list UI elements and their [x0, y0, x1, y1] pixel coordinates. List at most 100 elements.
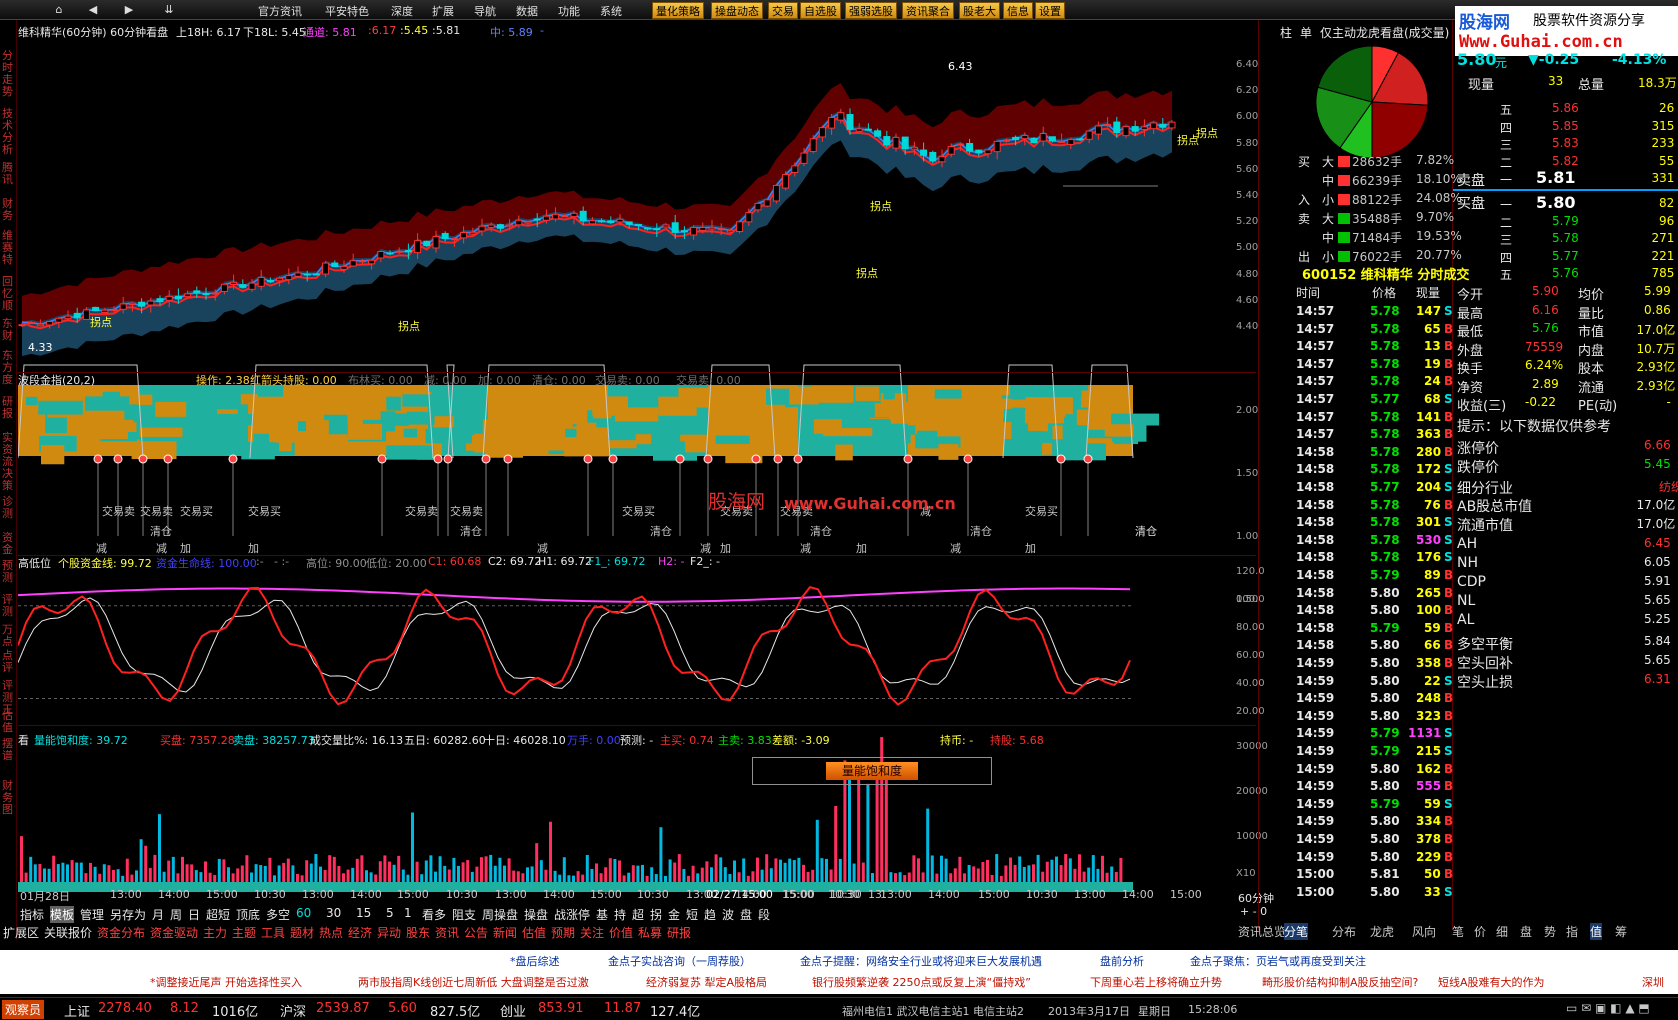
- indicator-tab[interactable]: 日: [188, 906, 200, 923]
- left-tab[interactable]: 万点: [2, 624, 15, 648]
- right-tab[interactable]: 细: [1496, 923, 1508, 940]
- ticker-item[interactable]: 畸形股价结构抑制A股反抽空间?: [1262, 974, 1418, 990]
- left-tab[interactable]: 诊测: [2, 496, 15, 520]
- menu-item[interactable]: 导航: [474, 3, 496, 19]
- home-icon[interactable]: ⌂: [48, 2, 70, 18]
- indicator-tab[interactable]: 操盘: [524, 906, 548, 923]
- zoom-controls[interactable]: + - 0: [1240, 905, 1267, 918]
- extension-tab[interactable]: 经济: [348, 924, 372, 941]
- extension-tab[interactable]: 异动: [377, 924, 401, 941]
- ticker-item[interactable]: 短线A股难有大的作为: [1438, 974, 1545, 990]
- right-tab[interactable]: 分布: [1332, 923, 1356, 940]
- extension-tab[interactable]: 热点: [319, 924, 343, 941]
- indicator-tab[interactable]: 模板: [50, 906, 75, 923]
- trade-button[interactable]: 交易: [768, 2, 798, 19]
- forward-icon[interactable]: ▶: [118, 2, 140, 18]
- indicator-tab[interactable]: 指标: [20, 906, 44, 923]
- menu-item[interactable]: 数据: [516, 3, 538, 19]
- menu-item[interactable]: 功能: [558, 3, 580, 19]
- right-tab[interactable]: 盘: [1520, 923, 1532, 940]
- watchlist-button[interactable]: 自选股: [800, 2, 841, 19]
- right-tab[interactable]: 风向: [1412, 923, 1436, 940]
- right-tab[interactable]: 资讯总览: [1238, 923, 1286, 940]
- extension-tab[interactable]: 资金驱动: [150, 924, 198, 941]
- right-tab[interactable]: 笔: [1452, 923, 1464, 940]
- left-tab[interactable]: 估值: [2, 710, 15, 734]
- indicator-tab[interactable]: 金: [668, 906, 680, 923]
- top-tab[interactable]: 单: [1300, 24, 1312, 41]
- ticker-item[interactable]: 银行股频繁逆袭 2250点或反复上演“僵持戏”: [812, 974, 1031, 990]
- extension-tab[interactable]: 研报: [667, 924, 691, 941]
- indicator-tab[interactable]: 趋: [704, 906, 716, 923]
- extension-tab[interactable]: 主题: [232, 924, 256, 941]
- ticker-item[interactable]: 深圳: [1642, 974, 1664, 990]
- ticker-item[interactable]: *调整接近尾声 开始选择性买入: [150, 974, 302, 990]
- extension-tab[interactable]: 新闻: [493, 924, 517, 941]
- extension-tab[interactable]: 估值: [522, 924, 546, 941]
- indicator-tab[interactable]: 周操盘: [482, 906, 518, 923]
- gulaoda-button[interactable]: 股老大: [959, 2, 1000, 19]
- extension-tab[interactable]: 价值: [609, 924, 633, 941]
- top-tab[interactable]: 仅主动: [1320, 24, 1356, 41]
- extension-tab[interactable]: 关注: [580, 924, 604, 941]
- info-button[interactable]: 信息: [1003, 2, 1033, 19]
- indicator-tab[interactable]: 顶底: [236, 906, 260, 923]
- news-ticker[interactable]: *盘后综述 金点子实战咨询（一周荐股） 金点子提醒：网络安全行业或将迎来巨大发展机遇…: [0, 950, 1678, 994]
- indicator-tab[interactable]: 基: [596, 906, 608, 923]
- indicator-tab[interactable]: 拐: [650, 906, 662, 923]
- menu-item[interactable]: 平安特色: [325, 3, 369, 19]
- right-tab[interactable]: 势: [1544, 923, 1556, 940]
- extension-tab[interactable]: 股东: [406, 924, 430, 941]
- indicator-tab[interactable]: 短: [686, 906, 698, 923]
- indicator-tab[interactable]: 持: [614, 906, 626, 923]
- left-tab[interactable]: 研报: [2, 396, 15, 420]
- back-icon[interactable]: ◀: [82, 2, 104, 18]
- indicator-tab[interactable]: 段: [758, 906, 770, 923]
- left-tab[interactable]: 维赛特: [2, 230, 15, 266]
- indicator-tab[interactable]: 多空: [266, 906, 290, 923]
- left-tab[interactable]: 腾讯: [2, 162, 15, 186]
- indicator-tab[interactable]: 30: [326, 906, 341, 920]
- ticker-item[interactable]: 两市股指周K线创近七周新低 大盘调整是否过激: [358, 974, 589, 990]
- extension-tab[interactable]: 资金分布: [97, 924, 145, 941]
- indicator-tab[interactable]: 阻支: [452, 906, 476, 923]
- settings-button[interactable]: 设置: [1035, 2, 1065, 19]
- indicator-tab[interactable]: 60: [296, 906, 311, 920]
- ticker-item[interactable]: 经济弱复苏 犁定A股格局: [646, 974, 767, 990]
- left-tab[interactable]: 财务图: [2, 780, 15, 816]
- indicator-tab[interactable]: 管理: [80, 906, 104, 923]
- extension-tab[interactable]: 私募: [638, 924, 662, 941]
- left-tab[interactable]: 决策: [2, 468, 15, 492]
- left-tab[interactable]: 东方度: [2, 350, 15, 386]
- extension-tab[interactable]: 关联报价: [44, 924, 92, 941]
- menu-item[interactable]: 系统: [600, 3, 622, 19]
- indicator-tab[interactable]: 看多: [422, 906, 446, 923]
- right-tab[interactable]: 指: [1566, 923, 1578, 940]
- indicator-tab[interactable]: 盘: [740, 906, 752, 923]
- indicator-tab[interactable]: 战涨停: [554, 906, 590, 923]
- left-tab[interactable]: 点评: [2, 650, 15, 674]
- left-tab[interactable]: 财务: [2, 198, 15, 222]
- quant-button[interactable]: 量化策略: [652, 2, 704, 19]
- indicator-tab[interactable]: 另存为: [110, 906, 146, 923]
- right-tab[interactable]: 筹: [1615, 923, 1627, 940]
- menu-item[interactable]: 官方资讯: [258, 3, 302, 19]
- extension-tab[interactable]: 主力: [203, 924, 227, 941]
- top-tab[interactable]: 龙虎看盘(成交量): [1356, 24, 1449, 41]
- indicator-tab[interactable]: 超短: [206, 906, 230, 923]
- left-tab[interactable]: 分时走势: [2, 50, 15, 98]
- chart-area[interactable]: [18, 36, 1258, 924]
- ticker-item[interactable]: 金点子实战咨询（一周荐股）: [608, 953, 751, 969]
- left-tab[interactable]: 资金: [2, 532, 15, 556]
- right-tab[interactable]: 价: [1474, 923, 1486, 940]
- news-aggregate-button[interactable]: 资讯聚合: [902, 2, 954, 19]
- extension-tab[interactable]: 公告: [464, 924, 488, 941]
- indicator-tab[interactable]: 5: [386, 906, 394, 920]
- menu-item[interactable]: 扩展: [432, 3, 454, 19]
- top-tab[interactable]: 柱: [1280, 24, 1292, 41]
- extension-tab[interactable]: 资讯: [435, 924, 459, 941]
- indicator-tab[interactable]: 周: [170, 906, 182, 923]
- right-tab[interactable]: 分笔: [1284, 923, 1309, 940]
- extension-tab[interactable]: 扩展区: [3, 924, 39, 941]
- indicator-tab[interactable]: 15: [356, 906, 371, 920]
